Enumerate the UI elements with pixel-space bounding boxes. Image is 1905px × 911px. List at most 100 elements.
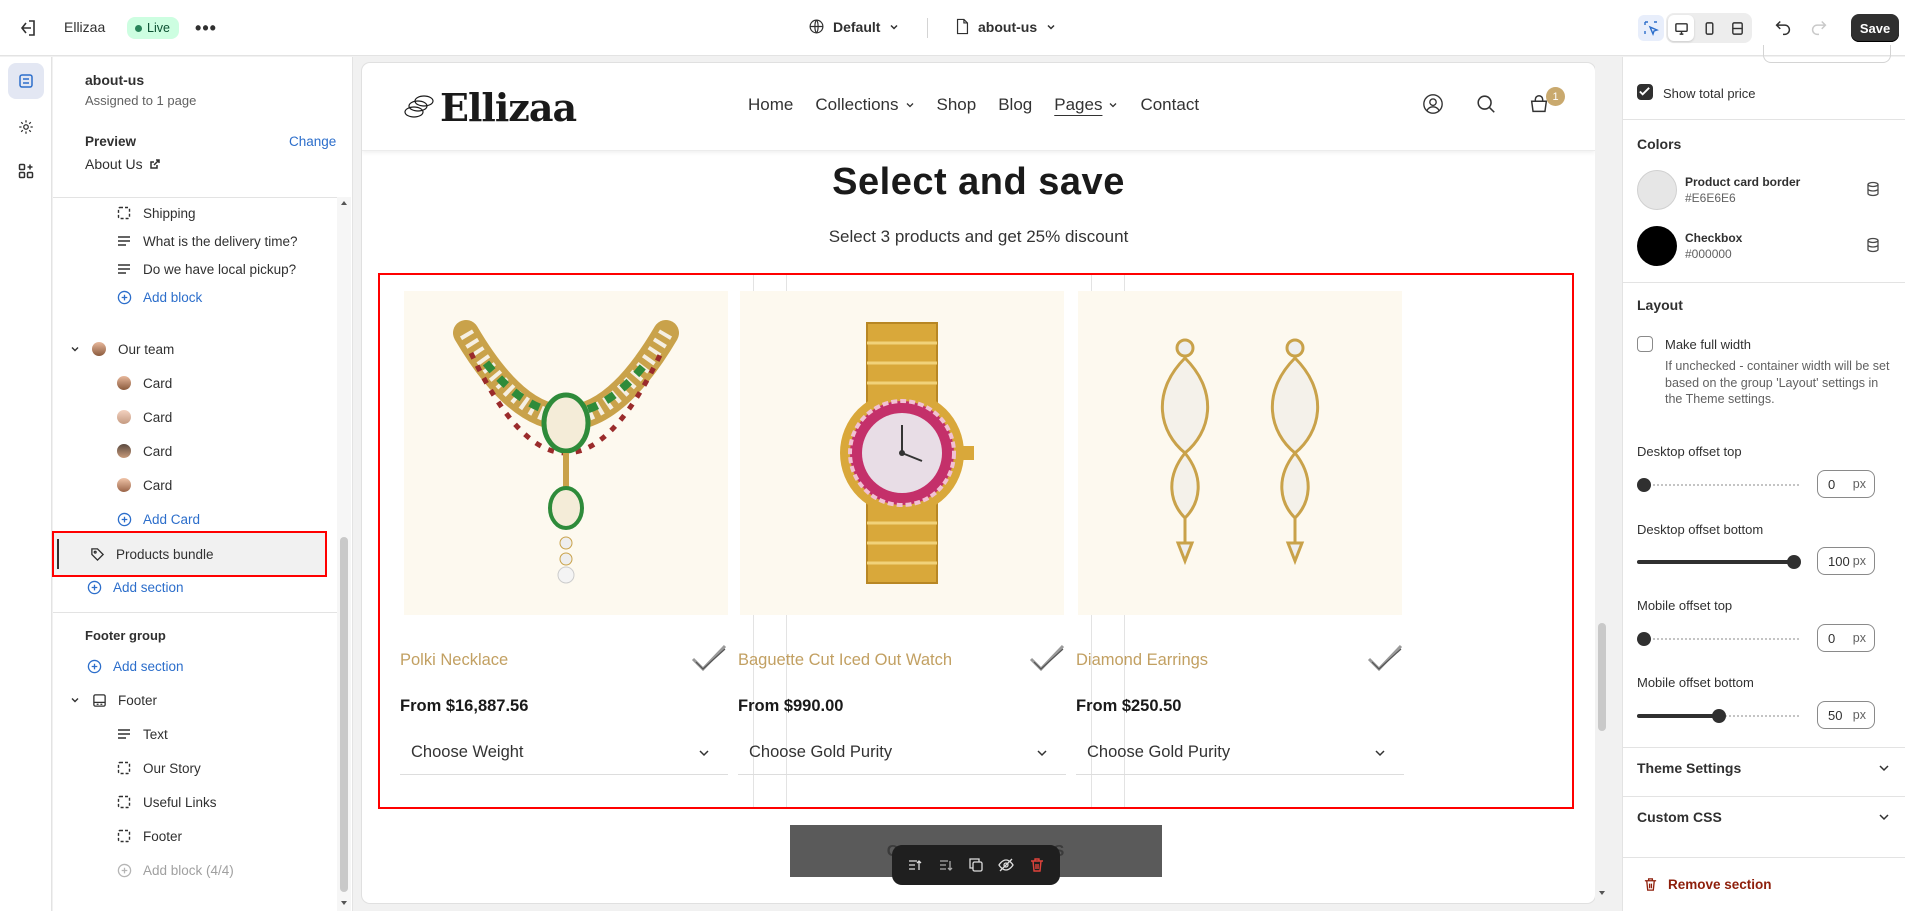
sections-icon[interactable] — [8, 63, 44, 99]
store-nav: Home Collections Shop Blog Pages Contact — [748, 95, 1199, 115]
variant-select[interactable]: Choose Gold Purity — [738, 731, 1066, 775]
tree-item-footer[interactable]: Footer — [115, 822, 182, 850]
inspector-icon[interactable] — [1638, 15, 1664, 41]
product-image[interactable] — [404, 291, 728, 615]
fullscreen-view-icon[interactable] — [1724, 15, 1750, 41]
database-icon[interactable] — [1865, 237, 1881, 253]
product-image[interactable] — [740, 291, 1064, 615]
store-logo[interactable]: Ellizaa — [402, 85, 577, 130]
product-price: From $16,887.56 — [400, 697, 529, 715]
scroll-thumb[interactable] — [340, 537, 348, 892]
checkmark-icon[interactable] — [1028, 643, 1066, 673]
tree-item-label: What is the delivery time? — [143, 233, 298, 249]
undo-icon[interactable] — [1772, 16, 1794, 38]
desktop-view-icon[interactable] — [1668, 15, 1694, 41]
product-name[interactable]: Baguette Cut Iced Out Watch — [738, 651, 952, 670]
scroll-thumb[interactable] — [1598, 623, 1606, 731]
tree-section-our-team[interactable]: Our team — [70, 335, 174, 363]
add-section-button[interactable]: Add section — [85, 573, 184, 601]
database-icon[interactable] — [1865, 181, 1881, 197]
search-icon[interactable] — [1475, 93, 1497, 115]
custom-css-toggle[interactable]: Custom CSS — [1623, 796, 1905, 836]
tree-item-label: Card — [143, 375, 173, 391]
nav-home[interactable]: Home — [748, 95, 793, 115]
unit-label: px — [1852, 708, 1866, 722]
move-down-icon[interactable] — [938, 857, 954, 873]
products-bundle-section[interactable]: + + Polki Necklace From — [378, 273, 1574, 809]
desktop-offset-bottom-slider[interactable] — [1637, 554, 1801, 570]
nav-contact[interactable]: Contact — [1140, 95, 1199, 115]
full-width-label: Make full width — [1665, 337, 1751, 352]
exit-icon[interactable] — [16, 16, 40, 40]
tree-item-label: Card — [143, 409, 173, 425]
checkmark-icon[interactable] — [690, 643, 728, 673]
checkbox-color-swatch[interactable] — [1637, 226, 1677, 266]
variant-select[interactable]: Choose Gold Purity — [1076, 731, 1404, 775]
nav-shop[interactable]: Shop — [937, 95, 977, 115]
template-selector[interactable]: about-us — [955, 18, 1057, 35]
tree-item-card[interactable]: Card — [115, 403, 172, 431]
save-button[interactable]: Save — [1851, 14, 1899, 42]
chevron-down-icon — [71, 347, 79, 352]
theme-settings-toggle[interactable]: Theme Settings — [1623, 747, 1905, 787]
preview-page-link[interactable]: About Us — [85, 156, 161, 172]
change-preview-link[interactable]: Change — [289, 134, 336, 149]
preview-scrollbar[interactable] — [1595, 63, 1609, 903]
custom-css-label: Custom CSS — [1637, 808, 1722, 825]
tree-item-our-story[interactable]: Our Story — [115, 754, 201, 782]
input-value: 100 — [1828, 553, 1850, 569]
full-width-checkbox[interactable] — [1637, 336, 1653, 352]
product-name[interactable]: Diamond Earrings — [1076, 651, 1208, 670]
desktop-offset-top-slider[interactable] — [1637, 477, 1801, 493]
add-card-button[interactable]: Add Card — [115, 505, 200, 533]
apps-icon[interactable] — [8, 153, 44, 189]
nav-blog[interactable]: Blog — [998, 95, 1032, 115]
show-total-price-checkbox[interactable] — [1637, 84, 1653, 100]
hide-icon[interactable] — [998, 857, 1015, 873]
remove-section-button[interactable]: Remove section — [1623, 857, 1905, 911]
product-image[interactable] — [1078, 291, 1402, 615]
add-footer-section-button[interactable]: Add section — [85, 652, 184, 680]
section-settings-panel: Show total price Colors Product card bor… — [1622, 45, 1905, 911]
tree-item-delivery-time[interactable]: What is the delivery time? — [115, 227, 298, 255]
nav-pages[interactable]: Pages — [1054, 95, 1118, 115]
redo-icon[interactable] — [1808, 16, 1830, 38]
nav-collections[interactable]: Collections — [815, 95, 914, 115]
tree-item-local-pickup[interactable]: Do we have local pickup? — [115, 255, 296, 283]
add-block-button[interactable]: Add block — [115, 283, 202, 311]
scroll-down-icon[interactable] — [1598, 889, 1606, 897]
mobile-offset-top-slider[interactable] — [1637, 631, 1801, 647]
product-name[interactable]: Polki Necklace — [400, 651, 508, 670]
desktop-offset-top-input[interactable]: 0 px — [1817, 470, 1875, 498]
theme-settings-label: Theme Settings — [1637, 759, 1742, 776]
trash-icon — [1644, 878, 1657, 891]
account-icon[interactable] — [1422, 93, 1444, 115]
tree-item-card[interactable]: Card — [115, 369, 172, 397]
tree-item-useful-links[interactable]: Useful Links — [115, 788, 217, 816]
mobile-offset-top-input[interactable]: 0 px — [1817, 624, 1875, 652]
variant-select[interactable]: Choose Weight — [400, 731, 728, 775]
mobile-offset-bottom-slider[interactable] — [1637, 708, 1801, 724]
tree-section-footer[interactable]: Footer — [70, 686, 157, 714]
footer-group-title: Footer group — [85, 628, 166, 643]
mobile-view-icon[interactable] — [1696, 15, 1722, 41]
theme-selector[interactable]: Default — [808, 18, 900, 35]
settings-gear-icon[interactable] — [8, 109, 44, 145]
desktop-offset-bottom-input[interactable]: 100 px — [1817, 547, 1875, 575]
border-color-swatch[interactable] — [1637, 170, 1677, 210]
tree-item-card[interactable]: Card — [115, 437, 172, 465]
plus-circle-icon — [115, 861, 133, 879]
status-badge-label: Live — [147, 21, 170, 35]
scroll-down-icon[interactable] — [340, 899, 348, 907]
mobile-offset-bottom-input[interactable]: 50 px — [1817, 701, 1875, 729]
left-scrollbar[interactable] — [337, 197, 351, 911]
duplicate-icon[interactable] — [968, 857, 984, 873]
move-up-icon[interactable] — [907, 857, 923, 873]
more-actions-icon[interactable]: ••• — [194, 16, 218, 40]
tree-item-shipping[interactable]: Shipping — [115, 199, 196, 227]
tree-item-text[interactable]: Text — [115, 720, 168, 748]
delete-icon[interactable] — [1029, 857, 1045, 873]
checkmark-icon[interactable] — [1366, 643, 1404, 673]
tree-item-card[interactable]: Card — [115, 471, 172, 499]
scroll-up-icon[interactable] — [340, 199, 348, 207]
